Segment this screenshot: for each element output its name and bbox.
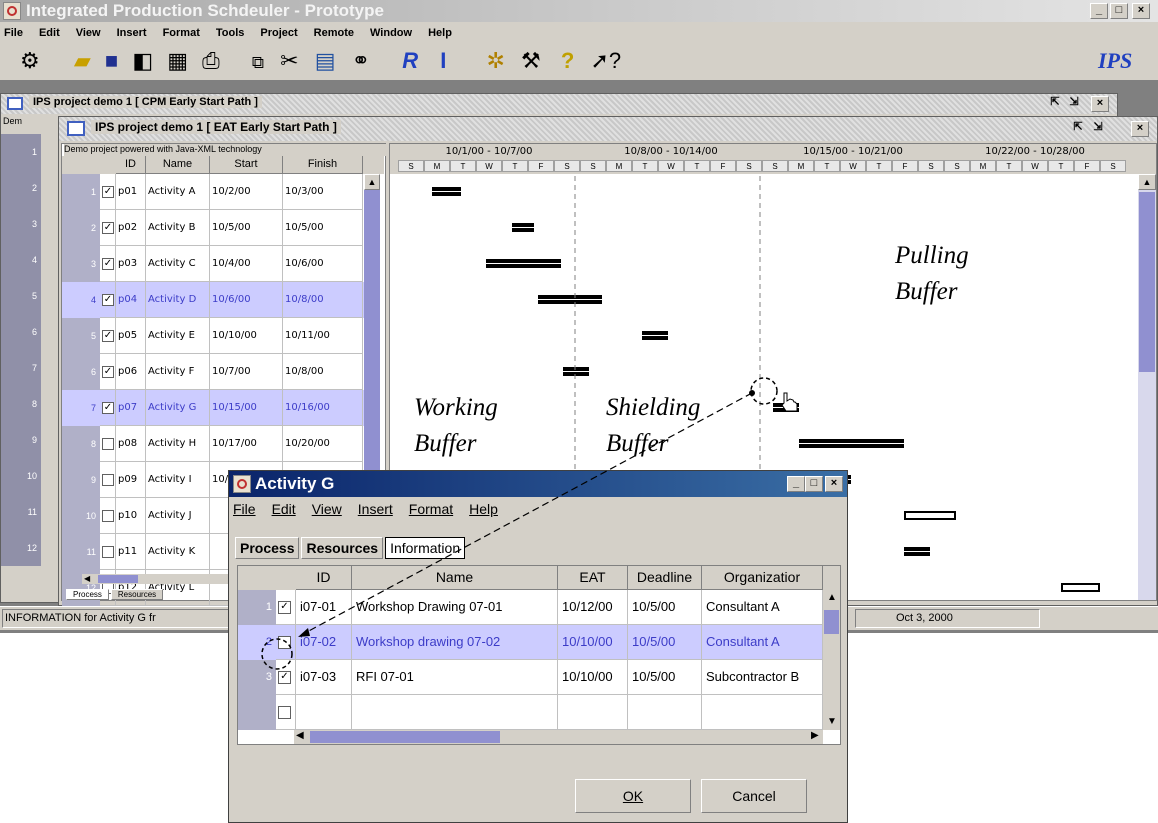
- hand-cursor-icon: [781, 392, 798, 412]
- arrow-head-icon: [298, 628, 310, 637]
- checkbox-highlight-circle: [261, 638, 293, 670]
- dependency-arrow: [304, 392, 753, 634]
- arrow-origin-dot: [749, 390, 755, 396]
- annotation-overlay: [261, 176, 798, 670]
- activity-g-highlight-circle: [750, 377, 778, 405]
